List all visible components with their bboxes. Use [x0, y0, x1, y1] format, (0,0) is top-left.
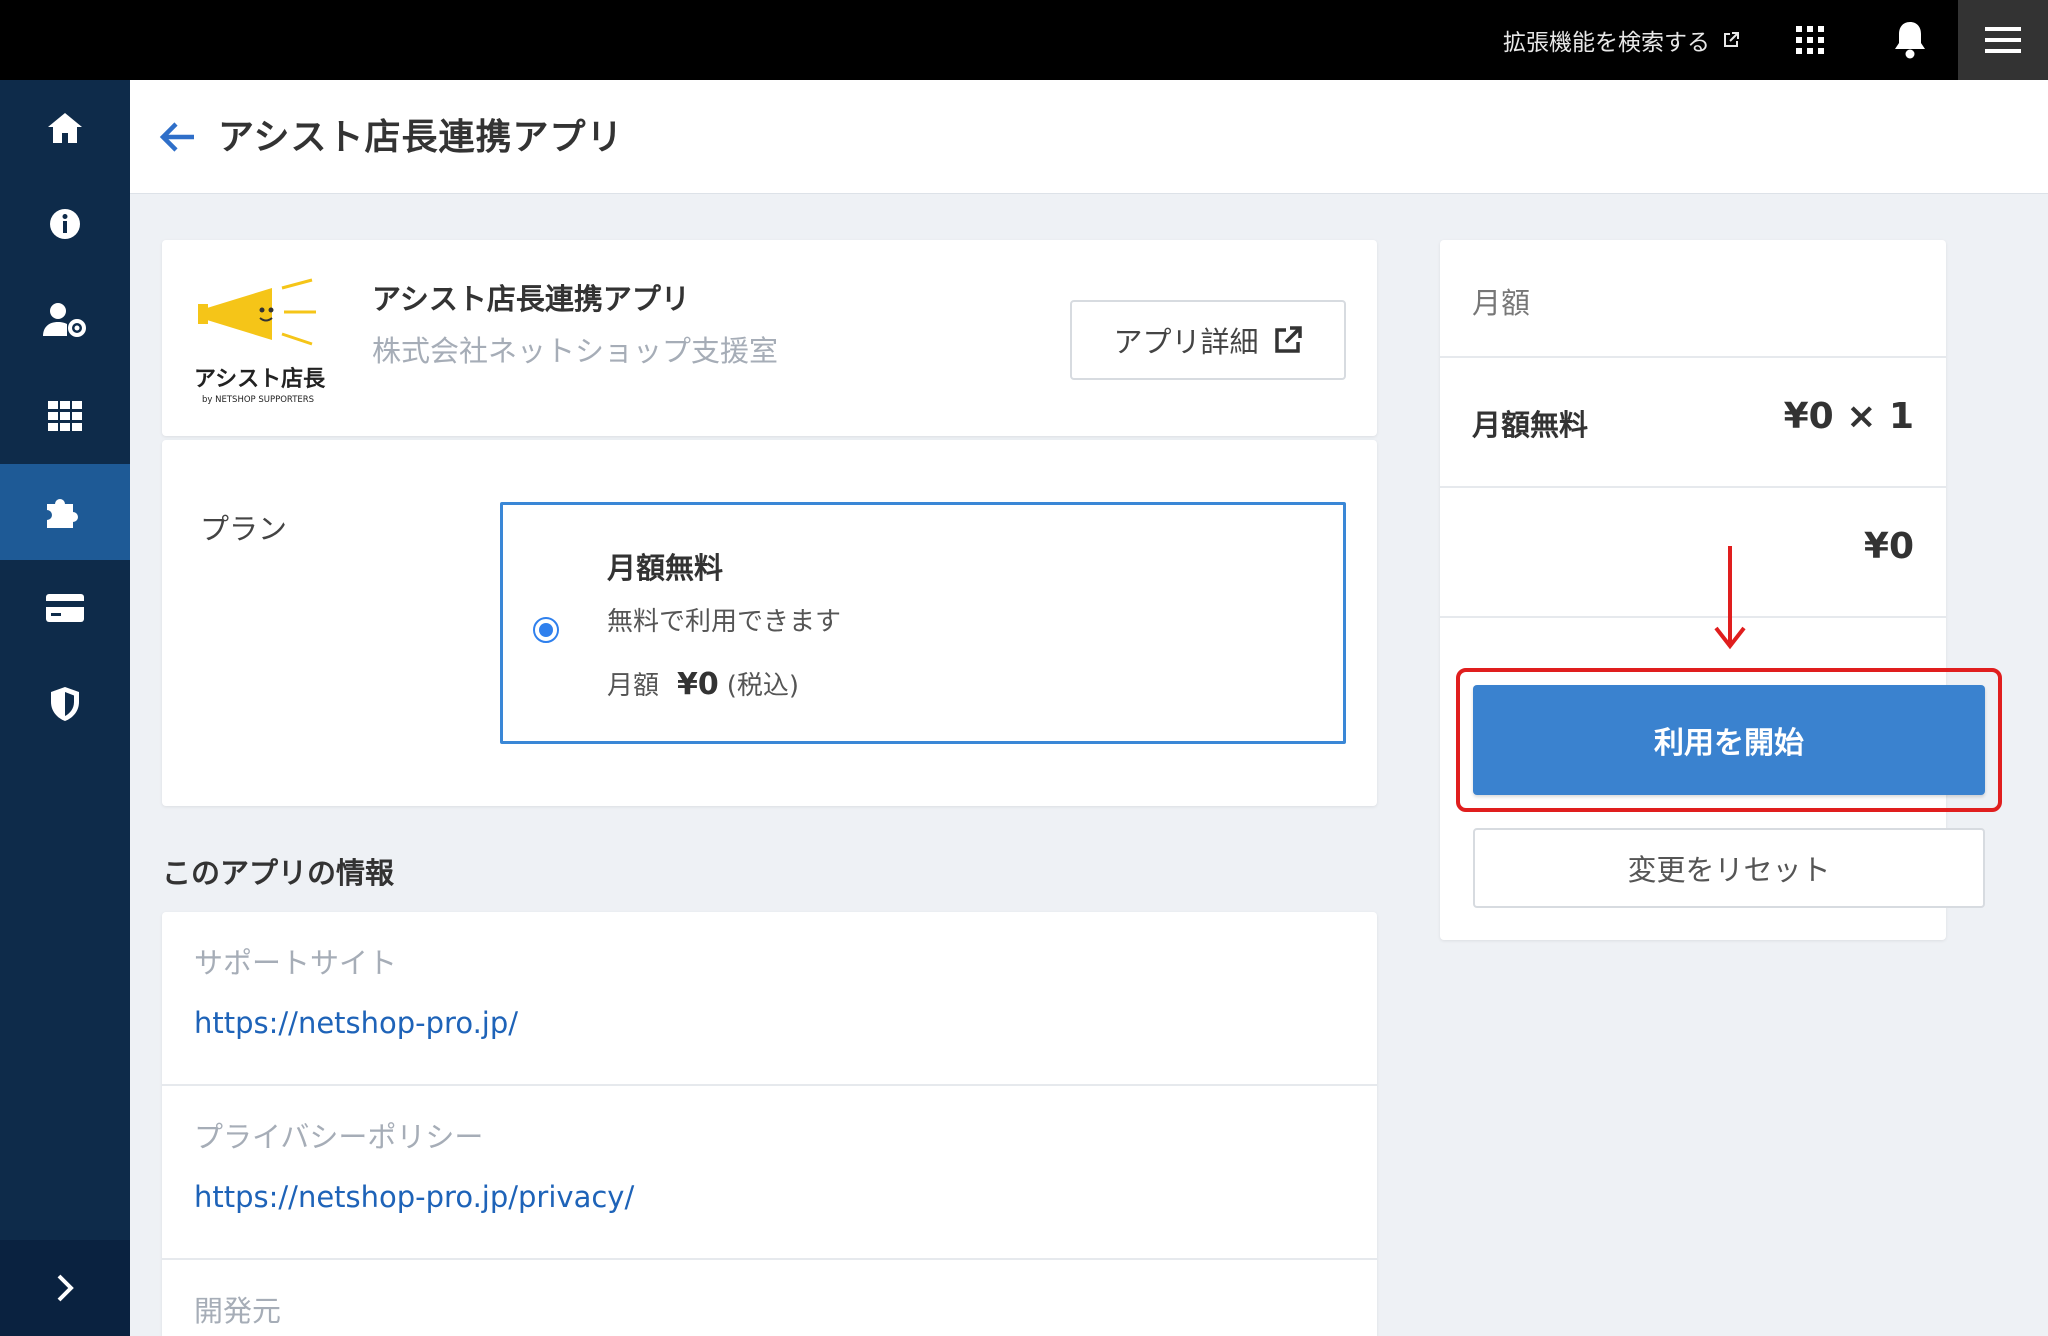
app-logo: アシスト店長 by NETSHOP SUPPORTERS [194, 278, 326, 405]
page-header: アシスト店長連携アプリ [130, 80, 2048, 194]
shield-icon [51, 687, 79, 721]
sidebar [0, 80, 130, 1336]
divider [1440, 486, 1946, 488]
hamburger-menu-icon[interactable] [1958, 0, 2048, 80]
chevron-right-icon [57, 1274, 74, 1302]
summary-total: ¥0 [1863, 526, 1914, 567]
search-extensions-link[interactable]: 拡張機能を検索する [1503, 0, 1740, 80]
back-arrow-icon[interactable] [158, 118, 198, 156]
app-detail-button[interactable]: アプリ詳細 [1070, 300, 1346, 380]
page-title: アシスト店長連携アプリ [218, 117, 624, 158]
sidebar-item-info[interactable] [0, 176, 130, 272]
app-detail-label: アプリ詳細 [1113, 325, 1259, 359]
puzzle-icon [47, 499, 79, 528]
info-row-developer: 開発元 [162, 1260, 1377, 1336]
apps-grid-icon[interactable] [1790, 20, 1830, 60]
credit-card-icon [46, 594, 84, 622]
divider [1440, 616, 1946, 618]
info-icon [50, 209, 80, 239]
plan-name: 月額無料 [607, 551, 724, 585]
app-card: アシスト店長 by NETSHOP SUPPORTERS アシスト店長連携アプリ… [162, 240, 1377, 436]
plan-card: プラン 月額無料 無料で利用できます 月額 ¥0 (税込) [162, 440, 1377, 806]
bell-icon[interactable] [1890, 18, 1930, 62]
svg-text:アシスト店長: アシスト店長 [194, 367, 326, 392]
support-site-link[interactable]: https://netshop-pro.jp/ [194, 1006, 518, 1040]
plan-description: 無料で利用できます [607, 607, 842, 637]
sidebar-item-security[interactable] [0, 656, 130, 752]
external-link-icon [1274, 326, 1302, 353]
info-card: サポートサイト https://netshop-pro.jp/ プライバシーポリ… [162, 912, 1377, 1336]
annotation-arrow-down-icon [1714, 546, 1746, 650]
external-link-icon [1724, 32, 1739, 47]
sidebar-item-user-settings[interactable] [0, 272, 130, 368]
info-row-privacy-policy: プライバシーポリシー https://netshop-pro.jp/privac… [162, 1086, 1377, 1260]
sidebar-item-home[interactable] [0, 80, 130, 176]
plan-radio-button[interactable] [533, 617, 559, 643]
privacy-policy-link[interactable]: https://netshop-pro.jp/privacy/ [194, 1180, 634, 1214]
sidebar-item-billing[interactable] [0, 560, 130, 656]
summary-plan-price: ¥0 × 1 [1783, 396, 1914, 437]
plan-option-monthly-free[interactable]: 月額無料 無料で利用できます 月額 ¥0 (税込) [500, 502, 1346, 744]
sidebar-item-extensions[interactable] [0, 464, 130, 560]
info-row-support-site: サポートサイト https://netshop-pro.jp/ [162, 912, 1377, 1086]
summary-heading: 月額 [1472, 286, 1531, 320]
info-label: 開発元 [194, 1294, 282, 1328]
info-heading: このアプリの情報 [162, 856, 395, 890]
plan-price-amount: ¥0 [677, 667, 719, 702]
info-label: プライバシーポリシー [194, 1120, 484, 1154]
divider [1440, 356, 1946, 358]
plan-price: 月額 ¥0 (税込) [607, 665, 799, 702]
sidebar-item-apps[interactable] [0, 368, 130, 464]
summary-plan-name: 月額無料 [1472, 408, 1589, 442]
plan-price-label: 月額 [607, 671, 660, 701]
sidebar-expand-button[interactable] [0, 1240, 130, 1336]
app-company: 株式会社ネットショップ支援室 [372, 334, 779, 368]
home-icon [48, 113, 82, 143]
search-extensions-label: 拡張機能を検索する [1503, 30, 1710, 56]
info-label: サポートサイト [194, 946, 398, 980]
top-bar: 拡張機能を検索する [0, 0, 2048, 80]
grid-icon [48, 401, 82, 431]
user-gear-icon [43, 303, 86, 337]
start-using-button[interactable]: 利用を開始 [1473, 685, 1985, 795]
plan-label: プラン [200, 512, 288, 546]
plan-price-tax: (税込) [726, 671, 800, 701]
app-name: アシスト店長連携アプリ [372, 282, 690, 316]
svg-text:by NETSHOP SUPPORTERS: by NETSHOP SUPPORTERS [202, 395, 314, 405]
reset-changes-button[interactable]: 変更をリセット [1473, 828, 1985, 908]
